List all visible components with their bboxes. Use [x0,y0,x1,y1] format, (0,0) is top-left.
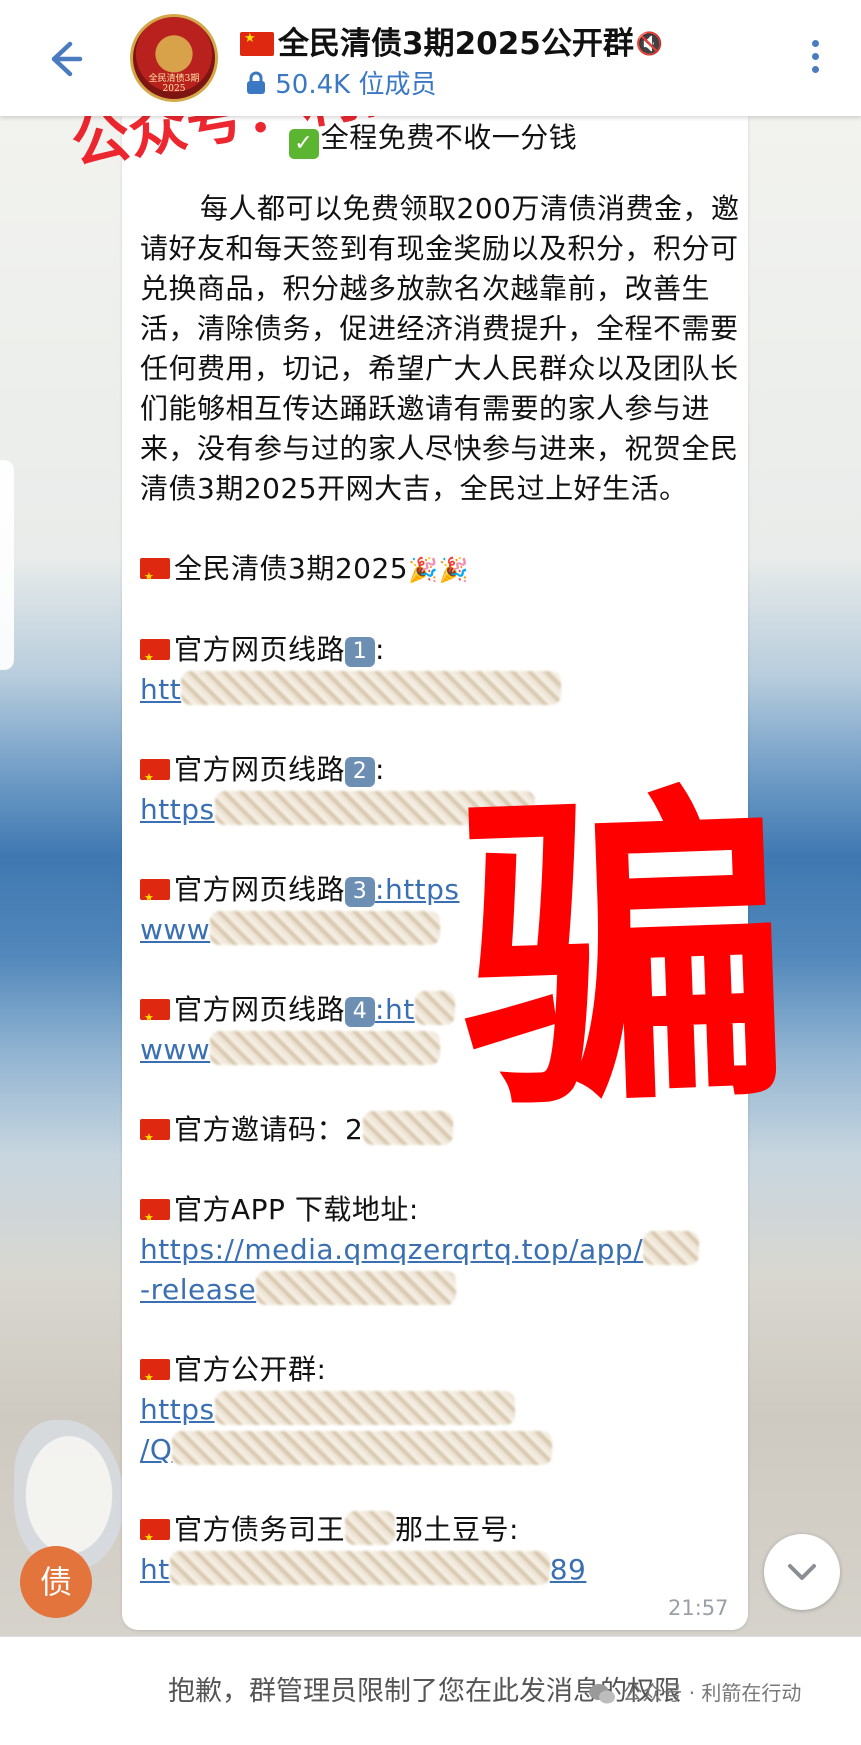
wechat-icon [589,1684,615,1704]
redacted-blur [363,1111,454,1145]
promo-heading-text: 全民清债3期2025 [174,552,409,585]
official-label-end: 那土豆号: [395,1513,519,1546]
china-flag-icon [140,1198,170,1238]
china-flag-icon [140,758,170,798]
redacted-blur [643,1231,700,1265]
china-flag-icon [140,1518,170,1558]
lock-icon [247,71,265,94]
debt-bot-button[interactable]: 债 [20,1546,92,1618]
route-label-text: 官方网页线路 [174,873,346,906]
keycap-1-icon: 1 [345,637,376,667]
invite-code: 2 [345,1113,364,1146]
official-label: 官方债务司王 那土豆号: [140,1510,740,1558]
side-panel-edge [0,460,14,670]
redacted-blur [256,1271,457,1305]
route-label-text: 官方网页线路 [174,633,346,666]
official-label-text: 官方债务司王 [174,1513,346,1546]
route-4-link-a[interactable]: :ht [375,993,415,1026]
avatar-seal-text: 全民清债3期 2025 [148,74,200,94]
official-link-line: ht 89 [140,1550,740,1590]
keycap-2-icon: 2 [345,757,376,787]
route-1-link-line: htt [140,670,740,710]
route-label-text: 官方网页线路 [174,753,346,786]
promo-heading: 全民清债3期2025🎉🎉 [140,549,740,597]
china-flag-icon [140,878,170,918]
footer-bar: 抱歉，群管理员限制了您在此发消息的权限 公众号 · 利箭在行动 [0,1636,861,1745]
route-3-link-a[interactable]: :https [375,873,460,906]
vertical-dots-icon [800,40,830,73]
group-title-text: 全民清债3期2025公开群 [278,26,634,62]
chat-header: 全民清债3期 2025 全民清债3期2025公开群🔇 50.4K 位成员 [0,0,861,116]
scroll-down-button[interactable] [764,1534,840,1610]
app-link-b[interactable]: -release [140,1273,256,1306]
redacted-blur [214,1391,515,1425]
route-label-text: 官方网页线路 [174,993,346,1026]
redacted-blur [345,1511,396,1545]
more-menu-button[interactable] [800,36,830,82]
china-flag-icon [140,638,170,678]
redacted-blur [169,1551,550,1585]
member-count: 50.4K 位成员 [245,64,436,101]
china-flag-icon [140,998,170,1038]
invite-label: 官方邀请码： [174,1113,346,1146]
scam-stamp: 骗 [453,757,797,1153]
app-link-a[interactable]: https://media.qmqzerqrtq.top/app/ [140,1233,643,1266]
china-flag-icon [140,1118,170,1158]
back-button[interactable] [40,34,90,84]
member-count-text: 50.4K 位成员 [275,70,437,100]
app-download-link: https://media.qmqzerqrtq.top/app/ -relea… [140,1230,740,1310]
app-label-text: 官方APP 下载地址: [174,1193,419,1226]
party-popper-icon: 🎉🎉 [408,556,469,584]
chevron-down-icon [788,1564,816,1580]
redacted-blur [414,991,455,1025]
promo-paragraph: 每人都可以免费领取200万清债消费金，邀请好友和每天签到有现金奖励以及积分，积分… [140,192,740,505]
china-flag-icon [240,31,274,56]
redacted-blur [210,1031,441,1065]
arrow-left-icon [51,41,83,77]
route-1-label: 官方网页线路1: [140,630,740,678]
group-label-text: 官方公开群: [174,1353,327,1386]
group-link-b[interactable]: /Q [140,1433,172,1466]
source-tag-text: 公众号 · 利箭在行动 [622,1681,802,1705]
official-link-end[interactable]: 89 [550,1553,587,1586]
redacted-blur [172,1431,553,1465]
public-group-label: 官方公开群: [140,1350,740,1398]
public-group-link: https /Q [140,1390,740,1470]
message-timestamp: 21:57 [668,1596,729,1620]
keycap-4-icon: 4 [345,997,376,1027]
source-tag: 公众号 · 利箭在行动 [588,1677,801,1706]
china-flag-icon [140,1358,170,1398]
redacted-blur [181,671,562,705]
group-avatar[interactable]: 全民清债3期 2025 [130,14,218,102]
keycap-3-icon: 3 [345,877,376,907]
speaker-muted-icon: 🔇 [635,32,664,57]
group-title[interactable]: 全民清债3期2025公开群🔇 [240,18,663,63]
app-download-label: 官方APP 下载地址: [140,1190,740,1238]
redacted-blur [210,911,441,945]
china-flag-icon [140,557,170,597]
